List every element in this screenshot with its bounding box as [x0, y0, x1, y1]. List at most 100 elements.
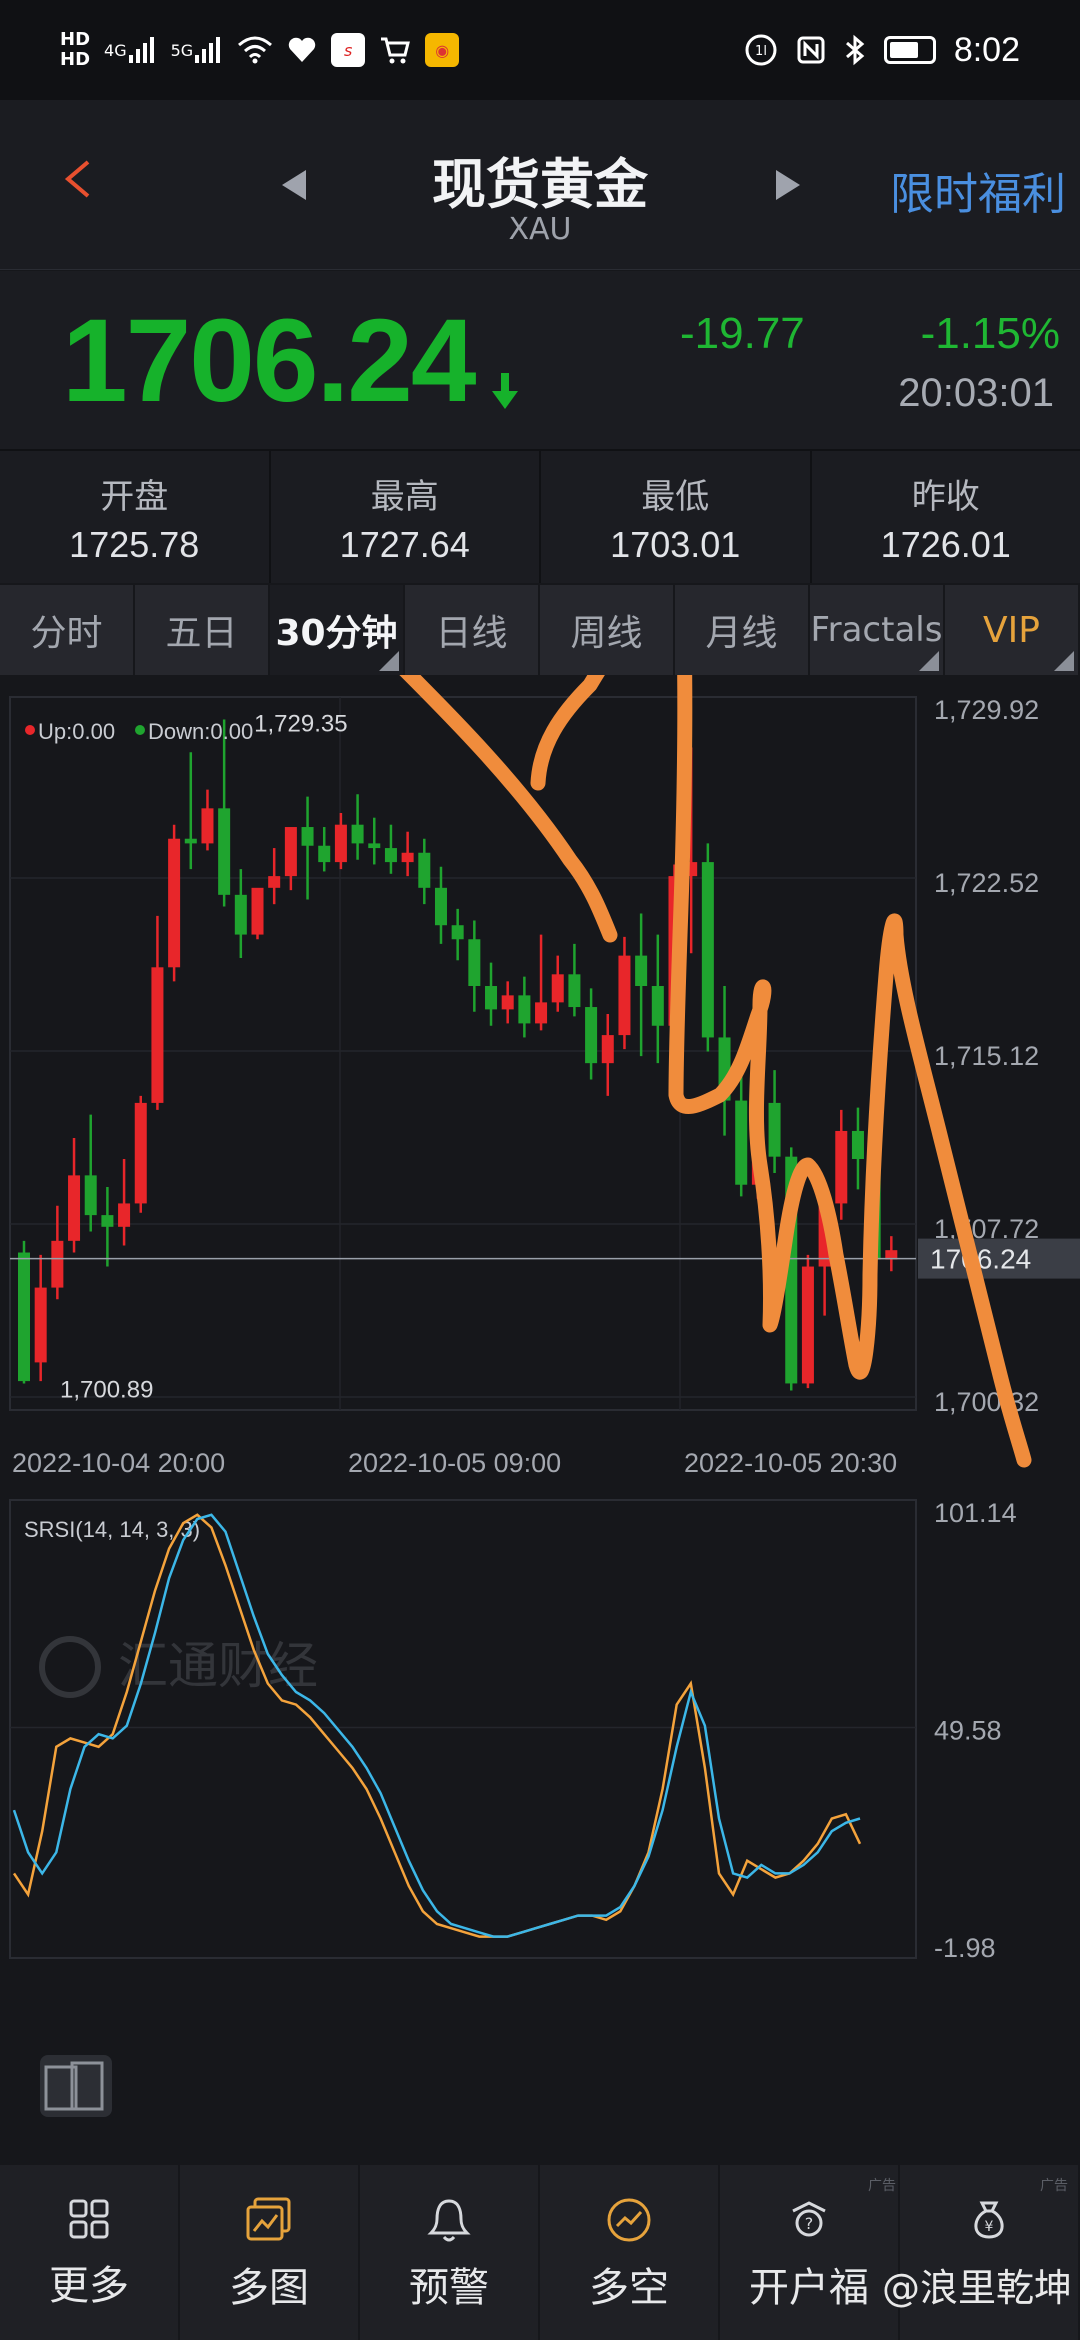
stat-prev-close: 昨收 1726.01: [812, 451, 1080, 583]
y-tick-label: 1,715.12: [934, 1041, 1039, 1071]
price-change: -19.77: [680, 309, 805, 358]
candle-body: [118, 1203, 131, 1227]
fullscreen-toggle-icon[interactable]: [40, 2055, 112, 2117]
candle-body: [518, 995, 531, 1024]
candle-body: [68, 1175, 81, 1241]
battery-icon: [883, 36, 936, 64]
tab-five-day[interactable]: 五日: [135, 585, 270, 675]
nav-label: 多空: [589, 2265, 669, 2311]
x-tick-label: 2022-10-04 20:00: [12, 1448, 225, 1478]
candle-body: [268, 876, 281, 888]
candle-body: [601, 1035, 614, 1064]
net2-label: 5G: [170, 40, 194, 60]
x-tick-label: 2022-10-05 09:00: [348, 1448, 561, 1478]
tab-dropdown-corner-icon: [1054, 651, 1074, 671]
next-instrument-icon[interactable]: [776, 170, 800, 200]
candle-body: [851, 1130, 864, 1160]
candle-body: [318, 845, 331, 863]
stat-value: 1703.01: [610, 524, 741, 565]
candle-body: [551, 974, 564, 1003]
wifi-icon: [237, 35, 273, 65]
weibo-app-icon: ◉: [425, 33, 460, 67]
candle-body: [501, 995, 514, 1010]
nav-label: 开户福: [749, 2265, 869, 2311]
candle-body: [218, 808, 231, 895]
promo-link[interactable]: 限时福利: [890, 158, 1066, 222]
svg-text:?: ?: [805, 2214, 814, 2233]
candle-body: [101, 1215, 114, 1227]
tab-daily[interactable]: 日线: [405, 585, 540, 675]
stat-label: 最高: [370, 477, 439, 517]
srsi-panel-frame: [9, 1499, 917, 1959]
candle-body: [535, 1002, 548, 1024]
tab-vip[interactable]: VIP: [945, 585, 1080, 675]
y-tick-label: 1,700.32: [934, 1387, 1039, 1417]
low-annotation: 1,700.89: [60, 1377, 153, 1404]
bottom-nav: 更多 多图 预警 多空 ? 开户福 ¥ @浪里乾坤 广告 广告: [0, 2165, 1080, 2340]
tab-fractals-label: Fractals: [810, 610, 943, 650]
legend-down: Down:0.00: [148, 719, 253, 744]
bull-bear-icon: [607, 2198, 651, 2242]
period-tabs: 分时 五日 30分钟 日线 周线 月线 Fractals VIP: [0, 585, 1080, 675]
tab-weekly[interactable]: 周线: [540, 585, 675, 675]
stat-open: 开盘 1725.78: [0, 451, 271, 583]
candle-body: [768, 1102, 781, 1157]
watermark-logo-icon: [39, 1636, 101, 1698]
current-price: 1706.24: [62, 295, 477, 427]
sina-app-icon: s: [331, 33, 366, 67]
srsi-y-tick-label: 49.58: [934, 1716, 1002, 1746]
stat-value: 1727.64: [339, 524, 470, 565]
stat-label: 最低: [641, 477, 710, 517]
nav-label: 预警: [409, 2265, 489, 2311]
tab-30min-label: 30分钟: [275, 613, 398, 654]
stat-value: 1726.01: [880, 524, 1011, 565]
candle-body: [701, 862, 714, 1038]
stat-label: 开盘: [100, 477, 169, 517]
gift-icon: ?: [792, 2201, 826, 2237]
user-watermark: @浪里乾坤: [881, 2266, 1072, 2310]
x-tick-label: 2022-10-05 20:30: [684, 1448, 897, 1478]
tab-fractals[interactable]: Fractals: [810, 585, 945, 675]
nav-alert[interactable]: 预警: [360, 2165, 540, 2340]
tab-30min[interactable]: 30分钟: [270, 585, 405, 675]
volte-icon: 1l: [744, 33, 778, 67]
price-down-arrow-icon: [492, 373, 518, 409]
nav-more[interactable]: 更多: [0, 2165, 180, 2340]
candle-body: [618, 955, 631, 1036]
high-annotation: 1,729.35: [254, 710, 347, 737]
candle-body: [401, 852, 414, 863]
signal-4g-icon: 4G: [104, 35, 157, 65]
candle-body: [184, 838, 197, 844]
candle-body: [201, 808, 214, 844]
tab-intraday[interactable]: 分时: [0, 585, 135, 675]
candle-body: [334, 824, 347, 863]
srsi-y-tick-label: 101.14: [934, 1498, 1017, 1528]
chart-area[interactable]: 汇通财经 1,729.92 1,722.52 1,715.12 1,707.72 1,7…: [0, 467, 1080, 2165]
candle-body: [84, 1175, 97, 1216]
candle-body: [351, 824, 364, 844]
legend-down-dot: [135, 725, 145, 735]
candle-body: [368, 843, 381, 849]
price-change-percent: -1.15%: [920, 309, 1060, 358]
status-right: 1l 8:02: [744, 31, 1020, 70]
svg-text:¥: ¥: [985, 2219, 994, 2235]
nav-multi-chart[interactable]: 多图: [180, 2165, 360, 2340]
nav-bull-bear[interactable]: 多空: [540, 2165, 720, 2340]
bluetooth-icon: [844, 34, 866, 66]
net1-label: 4G: [104, 40, 127, 60]
header: 现货黄金 XAU 限时福利: [0, 100, 1080, 270]
candle-body: [284, 827, 297, 877]
status-left: HD HD 4G 5G s ◉: [60, 30, 460, 70]
nav-label: 更多: [49, 2263, 129, 2309]
tab-monthly[interactable]: 月线: [675, 585, 810, 675]
legend-up-dot: [25, 725, 35, 735]
chart-svg[interactable]: 汇通财经 1,729.921,722.521,715.121,707.721,7…: [0, 467, 1080, 2165]
candle-body: [151, 967, 164, 1103]
stat-high: 最高 1727.64: [271, 451, 541, 583]
candle-body: [434, 887, 447, 926]
tab-dropdown-corner-icon: [919, 651, 939, 671]
candle-body: [651, 986, 664, 1026]
y-tick-label: 1,722.52: [934, 868, 1039, 898]
quote-time: 20:03:01: [898, 371, 1054, 415]
tab-vip-label: VIP: [983, 609, 1040, 651]
